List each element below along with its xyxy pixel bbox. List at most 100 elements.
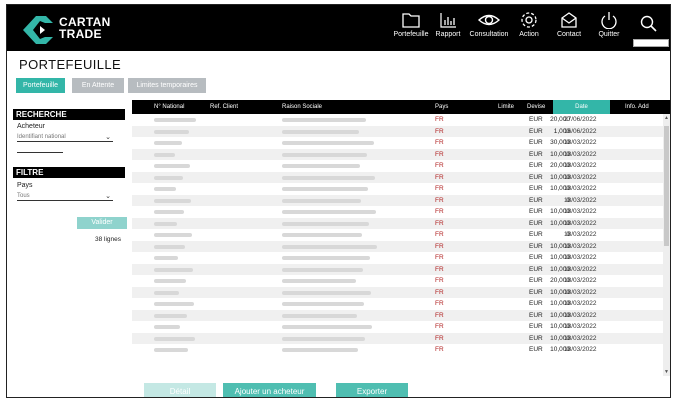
col-limit[interactable]: Limite [498,100,514,114]
col-info-add[interactable]: Info. Add [625,100,649,114]
cell-date: 16/06/2022 [564,127,597,135]
table-row[interactable]: FR 10,000 EUR 18/03/2022 [132,344,663,356]
table-row[interactable]: FR 0 EUR 18/03/2022 [132,194,663,206]
nav-label: Contact [556,31,582,38]
cell-country: FR [435,311,444,319]
col-date[interactable]: Date [553,100,610,114]
cell-currency: EUR [529,231,543,238]
col-currency[interactable]: Devise [527,100,545,114]
table-row[interactable]: FR 20,000 EUR 18/03/2022 [132,275,663,287]
table-row[interactable]: FR 10,000 EUR 18/03/2022 [132,332,663,344]
cell-currency: EUR [529,300,543,307]
col-country[interactable]: Pays [435,100,448,114]
cell-date: 18/03/2022 [564,254,597,261]
cell-country: FR [435,254,444,261]
cell-country: FR [435,323,444,330]
buyer-id-select-value: Identifiant national [17,134,66,140]
nav-quitter[interactable]: Quitter [586,11,632,38]
cell-date: 18/03/2022 [564,346,597,353]
cell-country: FR [435,208,444,215]
filter-section-heading: FILTRE [13,167,125,178]
cell-currency: EUR [529,288,543,296]
table-row[interactable]: FR 1,000 EUR 16/06/2022 [132,125,663,137]
cell-date: 18/03/2022 [564,185,597,192]
cell-currency: EUR [529,116,543,123]
brand-name: CARTAN TRADE [59,16,111,40]
redacted-company-name [282,198,361,203]
redacted-national-number [154,187,176,191]
cell-country: FR [435,288,444,296]
nav-rapport[interactable]: Rapport [425,11,471,38]
table-row[interactable]: FR 10,000 EUR 18/03/2022 [132,206,663,218]
country-select[interactable]: Tous ⌄ [17,192,113,201]
cell-country: FR [435,196,444,204]
scroll-up-icon[interactable]: ▲ [664,115,669,121]
cell-date: 18/03/2022 [564,173,597,181]
redacted-national-number [154,233,192,237]
redacted-national-number [154,279,186,283]
cell-currency: EUR [529,323,543,330]
table-row[interactable]: FR 10,000 EUR 18/03/2022 [132,286,663,298]
table-row[interactable]: FR 10,000 EUR 18/03/2022 [132,298,663,310]
redacted-company-name [282,302,364,306]
buyer-search-input[interactable] [17,152,63,153]
tab-limites-temporaires[interactable]: Limites temporaires [128,78,206,93]
validate-button[interactable]: Valider [77,217,127,229]
nav-label: Portefeuille [393,31,429,38]
scroll-down-icon[interactable]: ▼ [664,369,669,375]
cell-date: 18/03/2022 [564,277,597,284]
brand-line-2: TRADE [59,27,102,41]
detail-button[interactable]: Détail [144,383,216,397]
col-client-ref[interactable]: Ref. Client [210,100,238,114]
search-input[interactable] [633,39,669,47]
nav-label: Rapport [435,31,461,38]
redacted-national-number [154,336,195,341]
table-row[interactable]: FR 0 EUR 18/03/2022 [132,229,663,241]
redacted-national-number [154,290,179,295]
redacted-company-name [282,256,370,260]
redacted-national-number [154,164,190,168]
table-row[interactable]: FR 10,000 EUR 18/03/2022 [132,240,663,252]
cell-date: 18/03/2022 [564,265,597,273]
redacted-company-name [282,233,362,237]
cell-date: 18/03/2022 [564,162,597,169]
table-row[interactable]: FR 30,000 EUR 18/03/2022 [132,137,663,149]
col-company-name[interactable]: Raison Sociale [282,100,322,114]
table-row[interactable]: FR 10,000 EUR 18/03/2022 [132,217,663,229]
table-row[interactable]: FR 20,000 EUR 18/03/2022 [132,160,663,172]
search-icon[interactable] [640,15,658,33]
redacted-company-name [282,279,356,283]
table-row[interactable]: FR 10,000 EUR 18/03/2022 [132,263,663,275]
mail-icon [561,12,577,28]
buyer-label: Acheteur [17,123,46,130]
export-button[interactable]: Exporter [336,383,408,397]
table-row[interactable]: FR 10,000 EUR 18/03/2022 [132,252,663,264]
buyer-id-select[interactable]: Identifiant national ⌄ [17,133,113,142]
redacted-national-number [154,152,175,157]
redacted-national-number [154,141,182,145]
redacted-company-name [282,290,371,295]
table-row[interactable]: FR 10,000 EUR 18/03/2022 [132,321,663,333]
redacted-national-number [154,118,196,122]
page-title: PORTEFEUILLE [19,57,122,72]
redacted-national-number [154,302,194,306]
folder-icon [402,13,420,28]
cell-currency: EUR [529,219,543,227]
tab-portefeuille[interactable]: Portefeuille [16,78,65,93]
table-row[interactable]: FR 20,000 EUR 27/06/2022 [132,114,663,126]
redacted-company-name [282,267,363,272]
table-row[interactable]: FR 10,000 EUR 18/03/2022 [132,183,663,195]
eye-icon [477,14,501,26]
scrollbar-thumb[interactable] [664,126,669,246]
table-row[interactable]: FR 10,000 EUR 18/03/2022 [132,171,663,183]
tab-en-attente[interactable]: En Attente [72,78,124,93]
redacted-company-name [282,244,377,249]
cell-currency: EUR [529,196,543,204]
add-buyer-button[interactable]: Ajouter un acheteur [223,383,316,397]
table-body: FR 20,000 EUR 27/06/2022 FR 1,000 EUR 16/06/202… [132,114,663,356]
col-national-number[interactable]: N° National [154,100,184,114]
table-scrollbar[interactable]: ▲ ▼ [663,114,670,376]
table-row[interactable]: FR 10,000 EUR 18/03/2022 [132,309,663,321]
table-row[interactable]: FR 10,000 EUR 18/03/2022 [132,148,663,160]
chevron-down-icon: ⌄ [105,193,111,200]
